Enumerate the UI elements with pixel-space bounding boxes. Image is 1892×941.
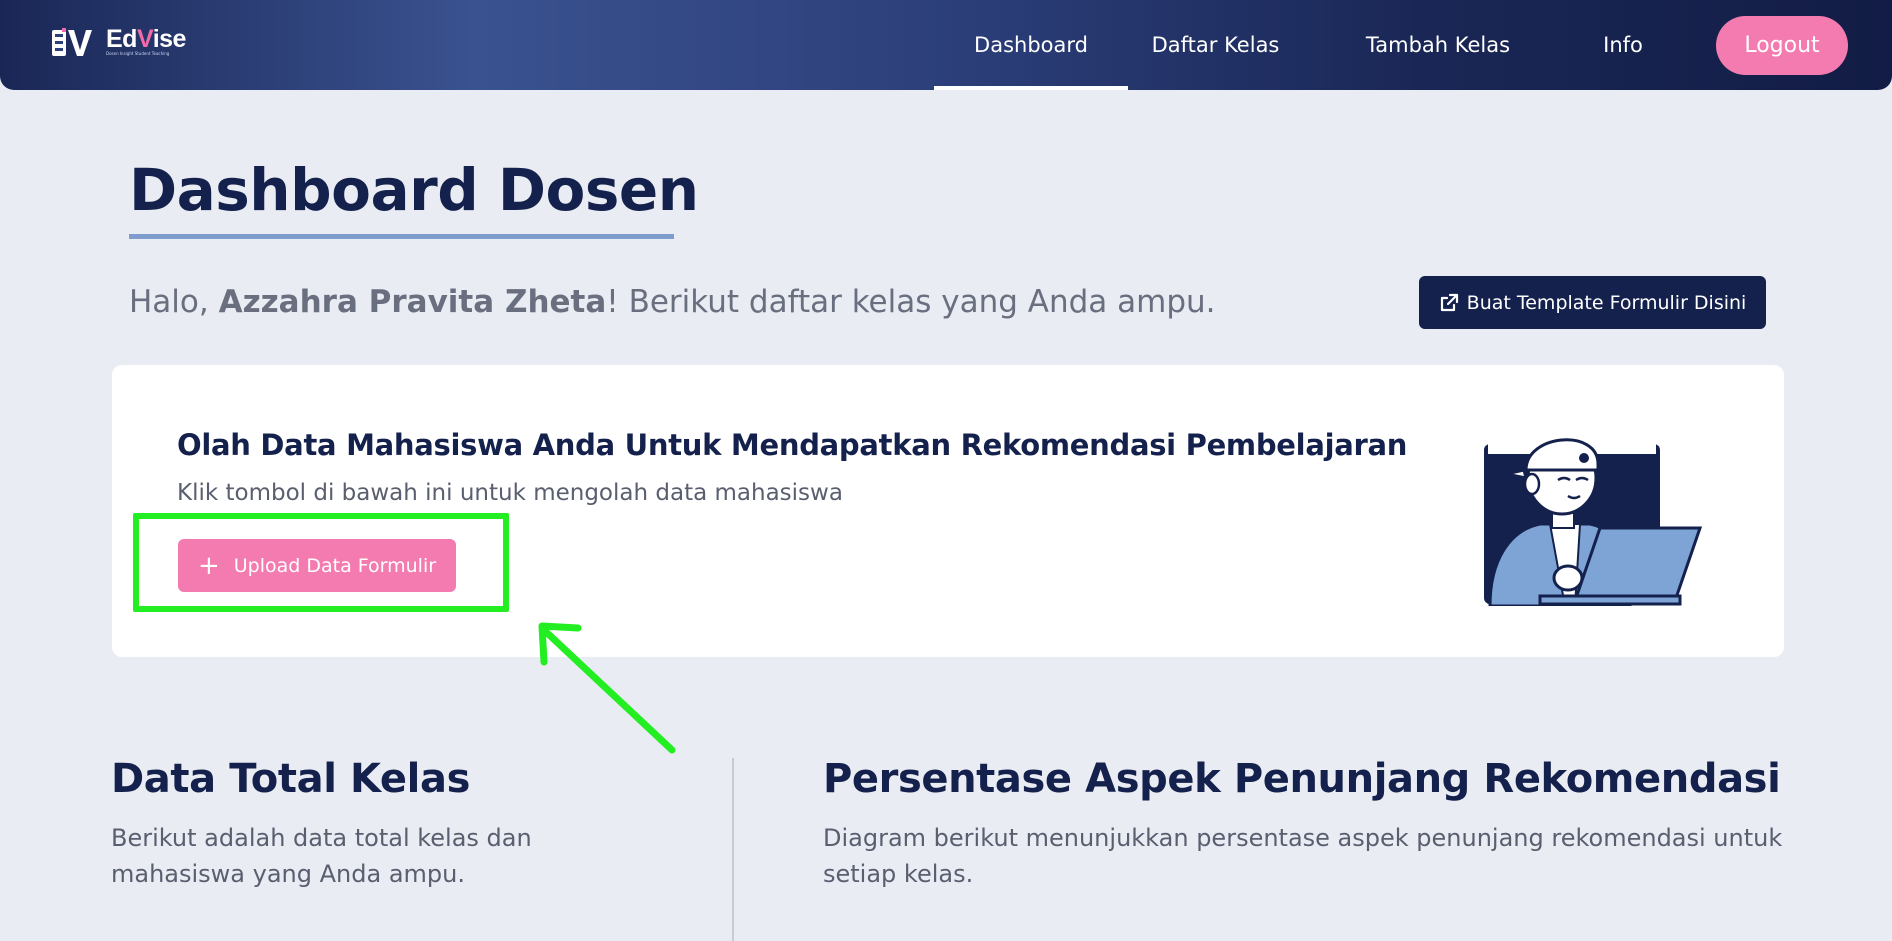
persentase-aspek-title: Persentase Aspek Penunjang Rekomendasi bbox=[823, 756, 1781, 802]
edvise-logo-icon bbox=[52, 28, 92, 56]
upload-data-label: Upload Data Formulir bbox=[233, 554, 437, 577]
logo-name: EdVise bbox=[106, 25, 186, 53]
card-subtitle: Klik tombol di bawah ini untuk mengolah … bbox=[177, 480, 843, 506]
external-link-icon bbox=[1440, 293, 1458, 311]
section-divider bbox=[732, 758, 734, 941]
greeting-text: Halo, Azzahra Pravita Zheta! Berikut daf… bbox=[129, 284, 1216, 320]
persentase-aspek-description: Diagram berikut menunjukkan persentase a… bbox=[823, 824, 1783, 888]
user-name: Azzahra Pravita Zheta bbox=[218, 284, 607, 320]
logout-button[interactable]: Logout bbox=[1716, 16, 1848, 75]
arrow-annotation-icon bbox=[538, 622, 676, 754]
title-underline bbox=[129, 234, 674, 239]
total-kelas-title: Data Total Kelas bbox=[111, 756, 470, 802]
logo-tagline: Dosen Insight Student Teaching bbox=[106, 51, 170, 56]
total-kelas-description: Berikut adalah data total kelas dan maha… bbox=[111, 824, 532, 888]
create-template-label: Buat Template Formulir Disini bbox=[1466, 291, 1747, 314]
nav-item-daftar-kelas[interactable]: Daftar Kelas bbox=[1128, 0, 1303, 90]
nav-item-dashboard[interactable]: Dashboard bbox=[934, 0, 1128, 90]
logo[interactable]: EdVise Dosen Insight Student Teaching bbox=[50, 24, 186, 60]
nav-menu: Dashboard Daftar Kelas Tambah Kelas Info bbox=[934, 0, 1673, 90]
create-template-button[interactable]: Buat Template Formulir Disini bbox=[1419, 276, 1766, 329]
card-title: Olah Data Mahasiswa Anda Untuk Mendapatk… bbox=[177, 428, 1408, 462]
plus-icon: + bbox=[197, 550, 220, 581]
nav-item-tambah-kelas[interactable]: Tambah Kelas bbox=[1303, 0, 1573, 90]
page-title: Dashboard Dosen bbox=[129, 156, 699, 224]
navbar: EdVise Dosen Insight Student Teaching Da… bbox=[0, 0, 1892, 90]
nav-item-info[interactable]: Info bbox=[1573, 0, 1673, 90]
student-laptop-illustration bbox=[1484, 438, 1703, 606]
upload-data-button[interactable]: + Upload Data Formulir bbox=[178, 539, 456, 592]
